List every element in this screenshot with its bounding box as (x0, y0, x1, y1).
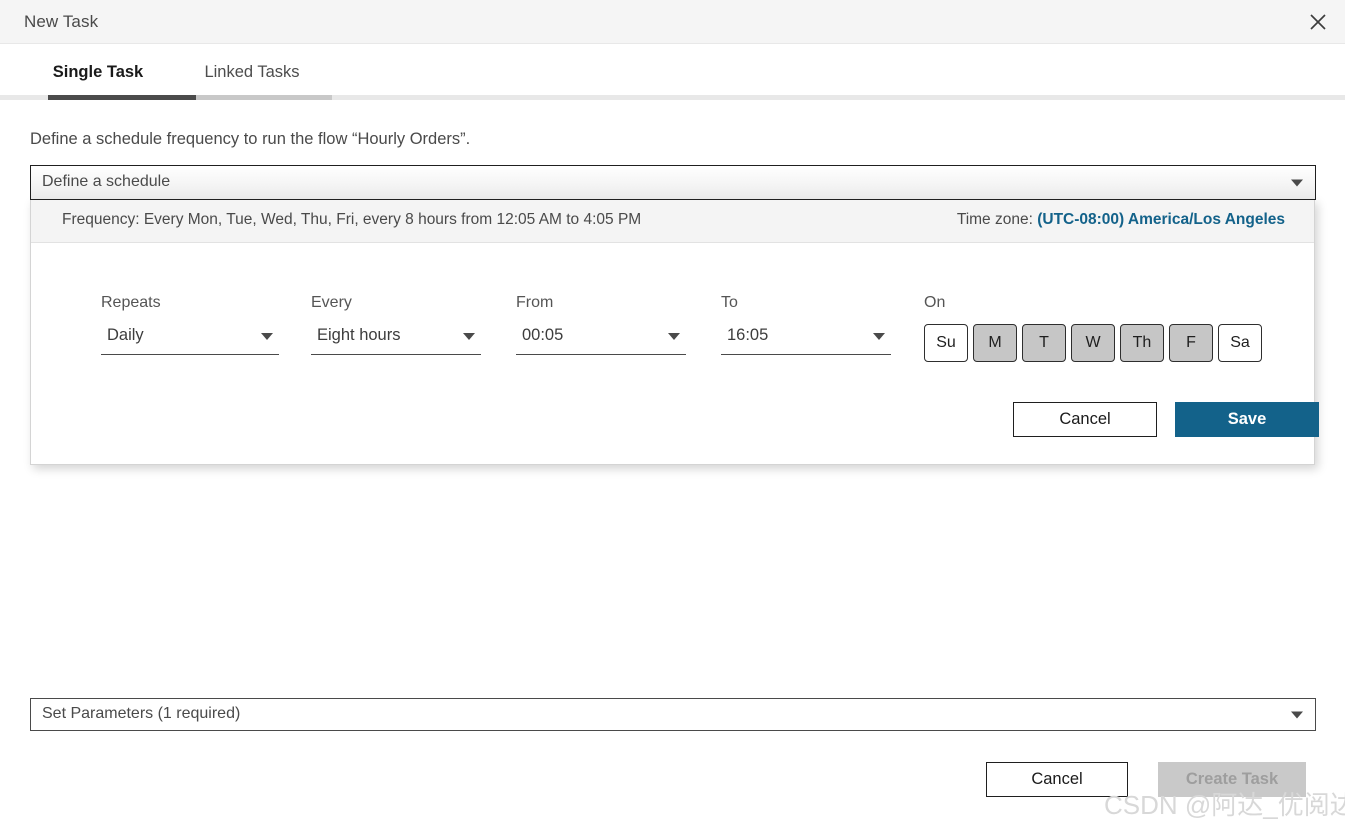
day-toggle-th-label: Th (1133, 334, 1152, 352)
timezone-link[interactable]: (UTC-08:00) America/Los Angeles (1037, 211, 1285, 228)
tab-linked-tasks[interactable]: Linked Tasks (172, 44, 332, 100)
day-toggle-f[interactable]: F (1169, 324, 1213, 362)
repeats-value: Daily (107, 326, 144, 345)
dialog-titlebar: New Task (0, 0, 1345, 44)
day-toggle-sa-label: Sa (1230, 334, 1250, 352)
schedule-save-button-label: Save (1228, 410, 1267, 429)
set-parameters-label: Set Parameters (1 required) (42, 705, 240, 723)
tab-single-task-underline (48, 95, 196, 100)
on-field: On Su M T W Th F Sa (924, 294, 1262, 362)
chevron-down-icon (873, 333, 885, 340)
from-label: From (516, 294, 686, 312)
frequency-summary-text: Frequency: Every Mon, Tue, Wed, Thu, Fri… (62, 211, 641, 229)
repeats-label: Repeats (101, 294, 279, 312)
day-toggle-w-label: W (1085, 334, 1100, 352)
from-time-select[interactable]: 00:05 (516, 324, 686, 355)
set-parameters-select[interactable]: Set Parameters (1 required) (30, 698, 1316, 731)
page-title: New Task (24, 12, 98, 32)
chevron-down-icon (463, 333, 475, 340)
to-time-select[interactable]: 16:05 (721, 324, 891, 355)
day-toggle-th[interactable]: Th (1120, 324, 1164, 362)
to-field: To 16:05 (721, 294, 891, 355)
schedule-description: Define a schedule frequency to run the f… (30, 130, 470, 149)
schedule-cancel-button[interactable]: Cancel (1013, 402, 1157, 437)
create-task-button: Create Task (1158, 762, 1306, 797)
chevron-down-icon (1291, 711, 1303, 718)
day-toggle-sa[interactable]: Sa (1218, 324, 1262, 362)
define-schedule-select[interactable]: Define a schedule (30, 165, 1316, 200)
cancel-button-label: Cancel (1031, 770, 1082, 789)
day-toggle-su[interactable]: Su (924, 324, 968, 362)
day-of-week-toggle-group: Su M T W Th F Sa (924, 324, 1262, 362)
schedule-editor-panel: Frequency: Every Mon, Tue, Wed, Thu, Fri… (30, 199, 1315, 465)
chevron-down-icon (261, 333, 273, 340)
from-field: From 00:05 (516, 294, 686, 355)
schedule-save-button[interactable]: Save (1175, 402, 1319, 437)
from-time-value: 00:05 (522, 326, 563, 345)
day-toggle-t[interactable]: T (1022, 324, 1066, 362)
every-label: Every (311, 294, 481, 312)
repeats-select[interactable]: Daily (101, 324, 279, 355)
chevron-down-icon (1291, 179, 1303, 186)
day-toggle-t-label: T (1039, 334, 1049, 352)
repeats-field: Repeats Daily (101, 294, 279, 355)
every-field: Every Eight hours (311, 294, 481, 355)
day-toggle-su-label: Su (936, 334, 956, 352)
every-select[interactable]: Eight hours (311, 324, 481, 355)
to-label: To (721, 294, 891, 312)
on-label: On (924, 294, 1262, 312)
day-toggle-m-label: M (988, 334, 1001, 352)
day-toggle-f-label: F (1186, 334, 1196, 352)
define-schedule-select-label: Define a schedule (42, 173, 170, 191)
frequency-summary-bar: Frequency: Every Mon, Tue, Wed, Thu, Fri… (31, 200, 1314, 243)
tab-linked-tasks-label: Linked Tasks (204, 63, 299, 82)
tab-linked-tasks-underline (196, 95, 332, 100)
tab-bar: Single Task Linked Tasks (0, 44, 1345, 100)
every-value: Eight hours (317, 326, 400, 345)
cancel-button[interactable]: Cancel (986, 762, 1128, 797)
day-toggle-w[interactable]: W (1071, 324, 1115, 362)
create-task-button-label: Create Task (1186, 770, 1278, 789)
close-icon[interactable] (1297, 2, 1339, 42)
chevron-down-icon (668, 333, 680, 340)
to-time-value: 16:05 (727, 326, 768, 345)
schedule-cancel-button-label: Cancel (1059, 410, 1110, 429)
timezone-label: Time zone: (957, 211, 1033, 228)
tab-single-task[interactable]: Single Task (24, 44, 172, 100)
timezone-row: Time zone: (UTC-08:00) America/Los Angel… (957, 211, 1285, 229)
tab-single-task-label: Single Task (53, 63, 143, 82)
day-toggle-m[interactable]: M (973, 324, 1017, 362)
